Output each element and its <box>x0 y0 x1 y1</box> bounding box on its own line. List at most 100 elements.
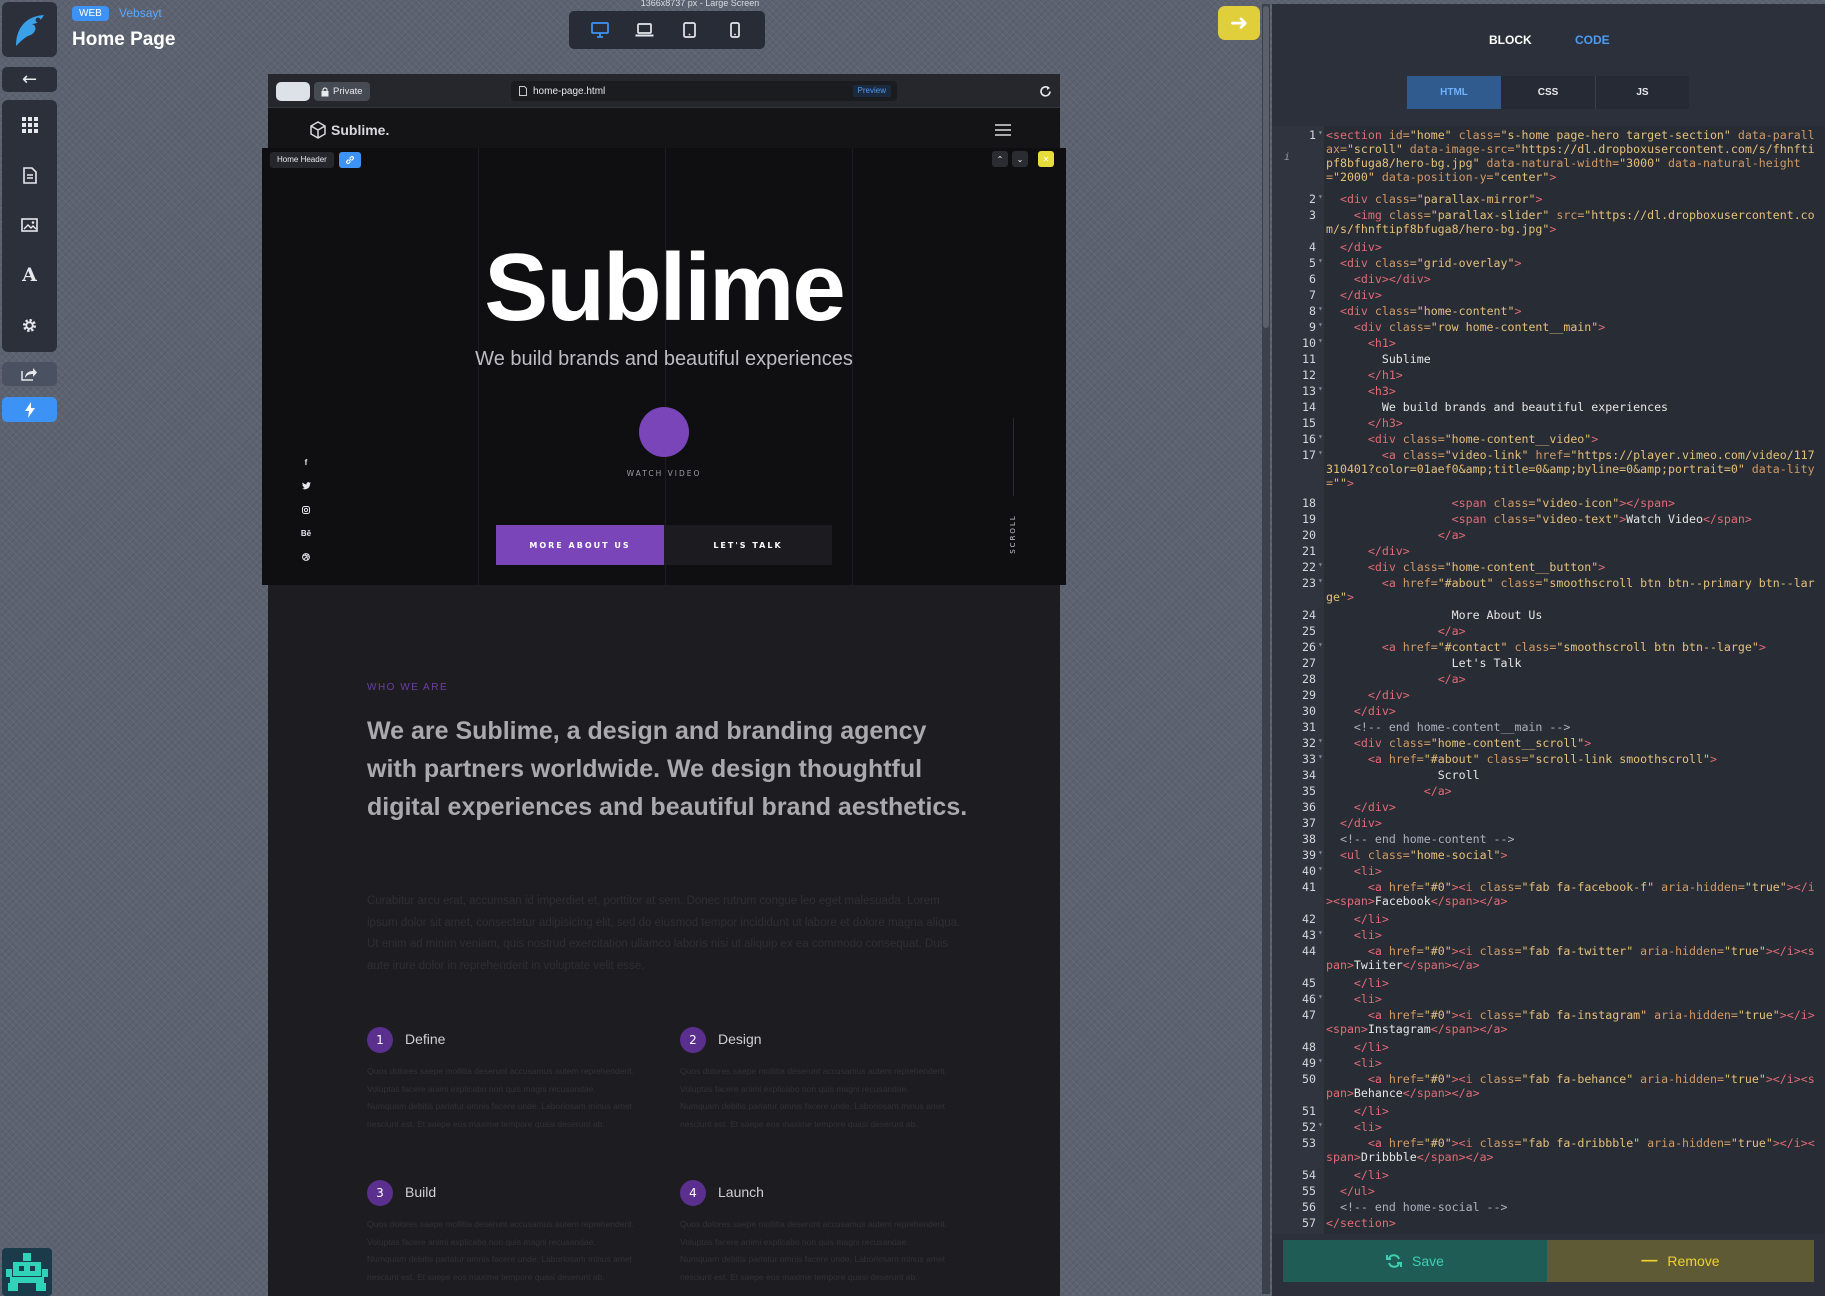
fold-caret-icon[interactable]: ▾ <box>1318 128 1326 137</box>
fold-caret-icon[interactable]: ▾ <box>1318 752 1326 761</box>
code-line[interactable]: 31 <!-- end home-content__main --> <box>1272 720 1825 736</box>
code-line[interactable]: 40 ▾ <li> <box>1272 864 1825 880</box>
code-line[interactable]: 57 </section> <box>1272 1216 1825 1232</box>
code-line[interactable]: 37 </div> <box>1272 816 1825 832</box>
hamburger-menu-icon[interactable] <box>995 124 1011 136</box>
fold-caret-icon[interactable]: ▾ <box>1318 448 1326 457</box>
code-line[interactable]: 45 </li> <box>1272 976 1825 992</box>
fold-caret-icon[interactable]: ▾ <box>1318 1056 1326 1065</box>
save-button[interactable]: Save <box>1283 1240 1547 1282</box>
code-line[interactable]: 33 ▾ <a href="#about" class="scroll-link … <box>1272 752 1825 768</box>
block-link-button[interactable] <box>339 152 361 168</box>
code-line[interactable]: 22 ▾ <div class="home-content__button"> <box>1272 560 1825 576</box>
facebook-icon[interactable]: f <box>298 451 314 475</box>
code-line[interactable]: 47 <a href="#0"><i class="fab fa-instagr… <box>1272 1008 1825 1040</box>
fold-caret-icon[interactable]: ▾ <box>1318 560 1326 569</box>
sidebar-item-pages[interactable] <box>2 150 57 200</box>
tablet-view-button[interactable] <box>678 18 702 42</box>
code-line[interactable]: 48 </li> <box>1272 1040 1825 1056</box>
code-line[interactable]: 14 We build brands and beautiful experie… <box>1272 400 1825 416</box>
code-line[interactable]: 41 <a href="#0"><i class="fab fa-faceboo… <box>1272 880 1825 912</box>
fold-caret-icon[interactable]: ▾ <box>1318 256 1326 265</box>
code-line[interactable]: 44 <a href="#0"><i class="fab fa-twitter… <box>1272 944 1825 976</box>
project-link[interactable]: Vebsayt <box>119 6 162 20</box>
code-line[interactable]: 54 </li> <box>1272 1168 1825 1184</box>
fold-caret-icon[interactable]: ▾ <box>1318 1120 1326 1129</box>
chat-bot-avatar[interactable] <box>2 1248 52 1296</box>
code-line[interactable]: 52 ▾ <li> <box>1272 1120 1825 1136</box>
code-line[interactable]: 21 </div> <box>1272 544 1825 560</box>
fold-caret-icon[interactable]: ▾ <box>1318 432 1326 441</box>
fold-caret-icon[interactable]: ▾ <box>1318 320 1326 329</box>
dribbble-icon[interactable] <box>298 545 314 569</box>
fold-caret-icon[interactable]: ▾ <box>1318 848 1326 857</box>
move-down-button[interactable]: ⌄ <box>1012 151 1028 167</box>
url-bar[interactable]: home-page.html Preview <box>511 81 897 101</box>
code-line[interactable]: 56 <!-- end home-social --> <box>1272 1200 1825 1216</box>
preview-badge[interactable]: Preview <box>852 85 891 97</box>
code-line[interactable]: 1 ▾ <section id="home" class="s-home page-… <box>1272 128 1825 192</box>
sidebar-item-blocks[interactable] <box>2 100 57 150</box>
code-line[interactable]: 13 ▾ <h3> <box>1272 384 1825 400</box>
code-line[interactable]: 51 </li> <box>1272 1104 1825 1120</box>
code-line[interactable]: 35 </a> <box>1272 784 1825 800</box>
code-line[interactable]: 53 <a href="#0"><i class="fab fa-dribbbl… <box>1272 1136 1825 1168</box>
delete-block-button[interactable]: ✕ <box>1038 151 1054 167</box>
code-line[interactable]: 6 <div></div> <box>1272 272 1825 288</box>
fold-caret-icon[interactable]: ▾ <box>1318 640 1326 649</box>
app-logo[interactable] <box>2 2 57 57</box>
tab-block[interactable]: BLOCK <box>1489 33 1532 47</box>
fold-caret-icon[interactable]: ▾ <box>1318 736 1326 745</box>
tab-js[interactable]: JS <box>1595 76 1689 109</box>
code-line[interactable]: 30 </div> <box>1272 704 1825 720</box>
code-line[interactable]: 46 ▾ <li> <box>1272 992 1825 1008</box>
code-line[interactable]: 42 </li> <box>1272 912 1825 928</box>
code-line[interactable]: 3 <img class="parallax-slider" src="http… <box>1272 208 1825 240</box>
tab-code[interactable]: CODE <box>1575 33 1610 47</box>
remove-button[interactable]: — Remove <box>1547 1240 1814 1282</box>
sidebar-item-typography[interactable]: A <box>2 250 57 300</box>
code-line[interactable]: 8 ▾ <div class="home-content"> <box>1272 304 1825 320</box>
fold-caret-icon[interactable]: ▾ <box>1318 304 1326 313</box>
watch-video-label[interactable]: WATCH VIDEO <box>262 469 1066 478</box>
laptop-view-button[interactable] <box>633 18 657 42</box>
fold-caret-icon[interactable]: ▾ <box>1318 576 1326 585</box>
code-line[interactable]: 7 </div> <box>1272 288 1825 304</box>
home-header-block[interactable]: Home Header ⌃ ⌄ ✕ Sublime We build brand… <box>262 148 1066 585</box>
scroll-link[interactable]: SCROLL <box>1009 514 1021 554</box>
preview-toggle[interactable] <box>276 82 310 101</box>
code-line[interactable]: 11 Sublime <box>1272 352 1825 368</box>
code-line[interactable]: 39 ▾ <ul class="home-social"> <box>1272 848 1825 864</box>
private-button[interactable]: Private <box>314 82 370 101</box>
code-line[interactable]: 9 ▾ <div class="row home-content__main"> <box>1272 320 1825 336</box>
back-arrow-icon[interactable]: ← <box>2 67 57 92</box>
code-line[interactable]: 28 </a> <box>1272 672 1825 688</box>
code-line[interactable]: 38 <!-- end home-content --> <box>1272 832 1825 848</box>
tab-html[interactable]: HTML <box>1407 76 1501 109</box>
sidebar-item-settings[interactable] <box>2 300 57 350</box>
fold-caret-icon[interactable]: ▾ <box>1318 192 1326 201</box>
code-line[interactable]: 49 ▾ <li> <box>1272 1056 1825 1072</box>
tab-css[interactable]: CSS <box>1501 76 1595 109</box>
export-button[interactable] <box>2 362 57 386</box>
code-line[interactable]: 17 ▾ <a class="video-link" href="https://… <box>1272 448 1825 496</box>
refresh-icon[interactable] <box>1036 82 1054 100</box>
play-video-button[interactable] <box>639 407 689 457</box>
code-line[interactable]: 10 ▾ <h1> <box>1272 336 1825 352</box>
code-line[interactable]: 5 ▾ <div class="grid-overlay"> <box>1272 256 1825 272</box>
code-line[interactable]: 32 ▾ <div class="home-content__scroll"> <box>1272 736 1825 752</box>
code-line[interactable]: 26 ▾ <a href="#contact" class="smoothscro… <box>1272 640 1825 656</box>
code-line[interactable]: 16 ▾ <div class="home-content__video"> <box>1272 432 1825 448</box>
publish-button[interactable] <box>2 397 57 422</box>
code-line[interactable]: 2 ▾ <div class="parallax-mirror"> <box>1272 192 1825 208</box>
fold-caret-icon[interactable]: ▾ <box>1318 992 1326 1001</box>
code-line[interactable]: 55 </ul> <box>1272 1184 1825 1200</box>
code-line[interactable]: 24 More About Us <box>1272 608 1825 624</box>
fold-caret-icon[interactable]: ▾ <box>1318 336 1326 345</box>
fold-caret-icon[interactable]: ▾ <box>1318 864 1326 873</box>
twitter-icon[interactable] <box>298 475 314 499</box>
forward-arrow-button[interactable]: ➜ <box>1218 6 1260 40</box>
site-logo[interactable]: Sublime. <box>309 121 389 139</box>
lets-talk-button[interactable]: LET'S TALK <box>664 525 832 565</box>
mobile-view-button[interactable] <box>723 18 747 42</box>
